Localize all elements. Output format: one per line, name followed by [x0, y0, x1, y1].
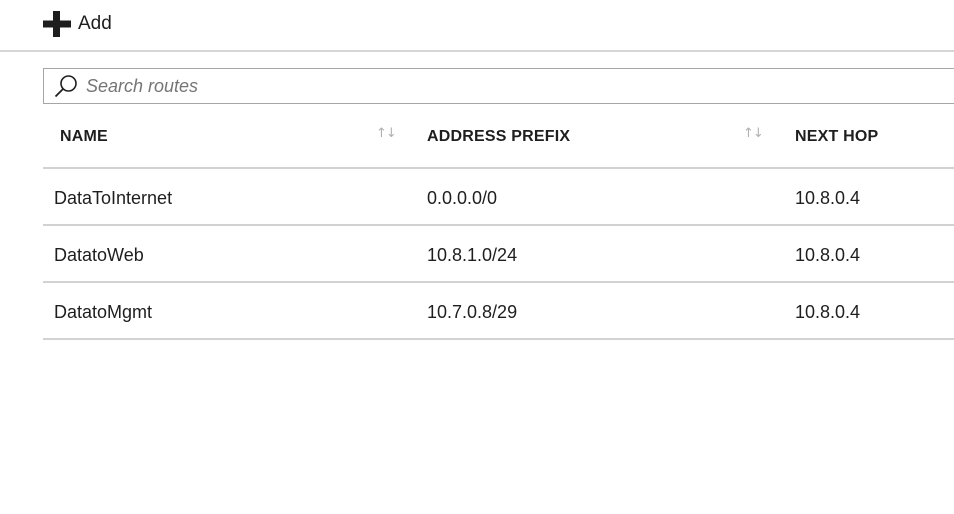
- route-address-prefix: 0.0.0.0/0: [427, 188, 498, 208]
- column-header-address-prefix[interactable]: ADDRESS PREFIX: [427, 128, 570, 146]
- column-header-next-hop[interactable]: NEXT HOP: [795, 128, 878, 146]
- route-name: DataToInternet: [54, 188, 173, 208]
- add-button[interactable]: Add: [42, 10, 112, 38]
- route-address-prefix: 10.8.1.0/24: [427, 245, 518, 265]
- search-box[interactable]: [43, 68, 954, 104]
- route-next-hop: 10.8.0.4: [795, 188, 861, 208]
- table-row[interactable]: DataToInternet 0.0.0.0/0 10.8.0.4: [43, 169, 954, 226]
- column-header-name[interactable]: NAME: [60, 128, 108, 146]
- search-input[interactable]: [86, 71, 886, 101]
- route-name: DatatoWeb: [54, 245, 144, 265]
- sort-icon[interactable]: ↑↓: [376, 126, 397, 141]
- table-row[interactable]: DatatoWeb 10.8.1.0/24 10.8.0.4: [43, 226, 954, 283]
- search-icon: [54, 75, 77, 98]
- route-address-prefix: 10.7.0.8/29: [427, 302, 518, 322]
- sort-icon[interactable]: ↑↓: [743, 126, 764, 141]
- route-name: DatatoMgmt: [54, 302, 153, 322]
- table-row[interactable]: DatatoMgmt 10.7.0.8/29 10.8.0.4: [43, 283, 954, 340]
- routes-table: NAME ↑↓ ADDRESS PREFIX ↑↓ NEXT HOP DataT…: [43, 112, 954, 340]
- table-header: NAME ↑↓ ADDRESS PREFIX ↑↓ NEXT HOP: [43, 112, 954, 169]
- route-next-hop: 10.8.0.4: [795, 302, 861, 322]
- plus-icon: [43, 11, 71, 37]
- route-next-hop: 10.8.0.4: [795, 245, 861, 265]
- add-button-label: Add: [78, 13, 112, 34]
- command-bar: Add: [0, 0, 954, 52]
